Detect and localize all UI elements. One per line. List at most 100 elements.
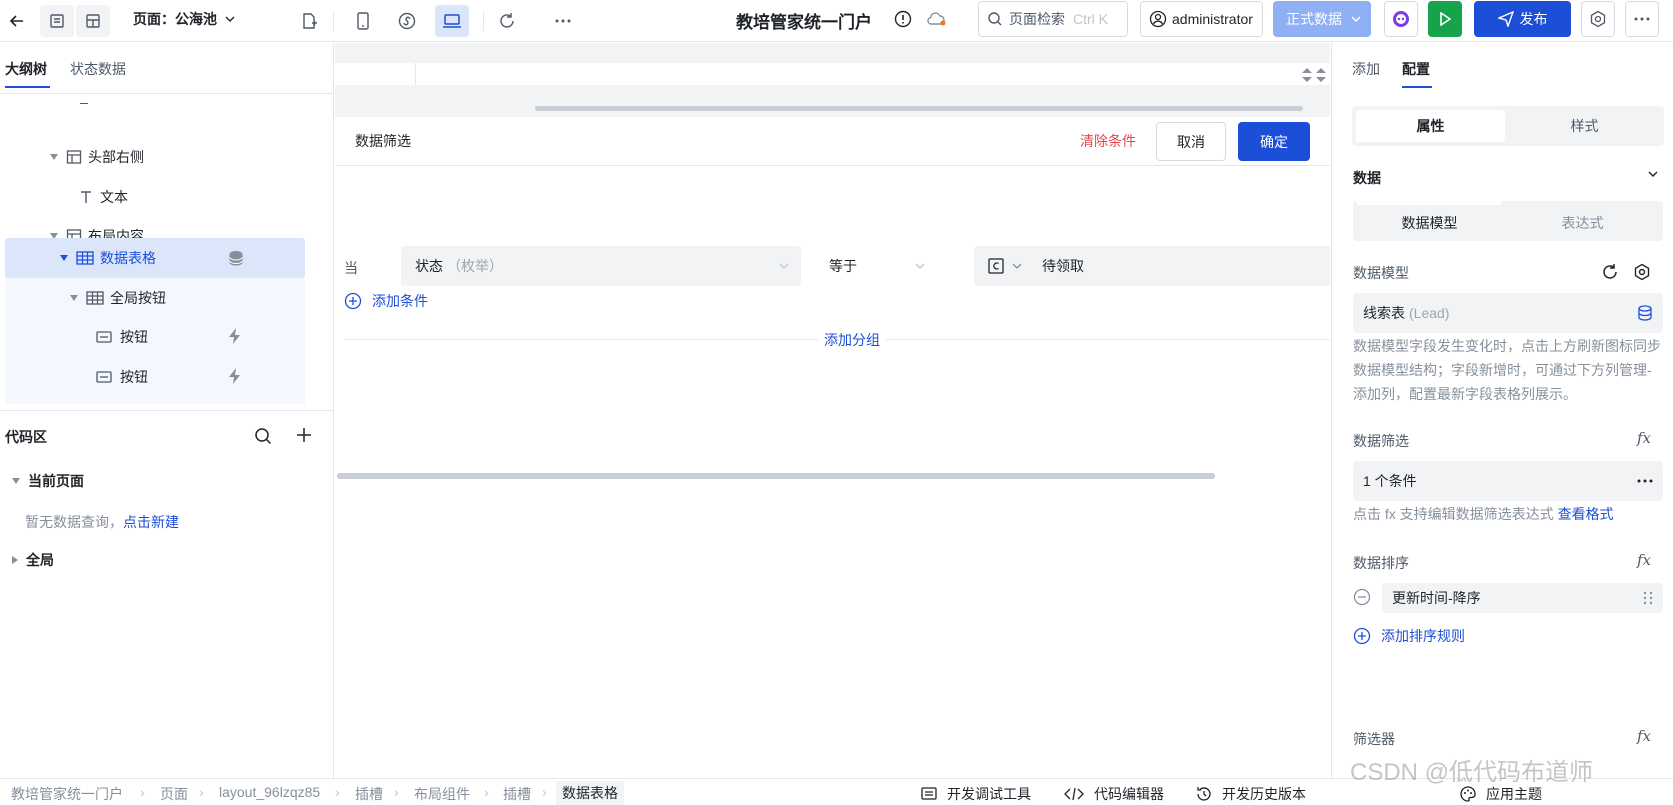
lightning-icon[interactable]: [228, 368, 242, 384]
page-selector[interactable]: 页面：公海池: [133, 9, 235, 29]
database-icon[interactable]: [228, 250, 244, 266]
breadcrumb-item[interactable]: layout_96lzqz85: [219, 784, 320, 800]
tab-indicator: [5, 86, 50, 88]
breadcrumb-item[interactable]: 布局组件: [414, 784, 470, 804]
horizontal-scrollbar[interactable]: [337, 473, 1215, 479]
data-source-segment: 数据模型 表达式: [1353, 201, 1663, 241]
drag-handle-icon[interactable]: [1643, 590, 1653, 606]
cancel-button[interactable]: 取消: [1156, 122, 1226, 161]
horizontal-scrollbar[interactable]: [535, 106, 1303, 111]
code-editor-button[interactable]: 代码编辑器: [1064, 784, 1164, 804]
settings-icon[interactable]: [1581, 1, 1615, 37]
clear-conditions-button[interactable]: 清除条件: [1080, 131, 1136, 151]
tab-outline[interactable]: 大纲树: [5, 59, 47, 79]
button-icon: [96, 371, 112, 383]
breadcrumb-item[interactable]: 插槽: [355, 784, 383, 804]
search-icon[interactable]: [254, 427, 272, 445]
user-name: administrator: [1172, 11, 1253, 27]
value-text: 待领取: [1042, 258, 1084, 274]
refresh-icon[interactable]: [490, 5, 524, 37]
back-arrow-icon[interactable]: [0, 5, 34, 37]
publish-button[interactable]: 发布: [1474, 1, 1571, 37]
tab-state-data[interactable]: 状态数据: [70, 59, 126, 79]
page-search-input[interactable]: 页面检索 Ctrl K: [978, 1, 1128, 37]
fx-icon[interactable]: fx: [1637, 551, 1651, 569]
mini-program-icon[interactable]: [390, 5, 424, 37]
field-type: （枚举）: [447, 258, 503, 274]
breadcrumb-item[interactable]: 页面: [160, 784, 188, 804]
breadcrumb-item-current[interactable]: 数据表格: [556, 781, 624, 805]
filter-title: 数据筛选: [355, 133, 411, 149]
seg-style[interactable]: 样式: [1509, 110, 1660, 142]
tree-node-global-buttons[interactable]: 全局按钮: [70, 278, 166, 318]
add-icon[interactable]: [296, 427, 312, 443]
data-sort-label: 数据排序: [1353, 555, 1409, 571]
refresh-icon[interactable]: [1601, 263, 1619, 281]
tree-node-button[interactable]: 按钮: [96, 317, 148, 357]
add-circle-icon: [1353, 627, 1371, 645]
history-versions-button[interactable]: 开发历史版本: [1196, 784, 1306, 804]
filter-editor-canvas: 数据筛选 清除条件 取消 确定 当 状态 （枚举） 等于 待领取 添加条件 添加…: [335, 43, 1330, 778]
add-condition-button[interactable]: 添加条件: [344, 287, 428, 315]
tree-node-data-table[interactable]: 数据表格: [60, 238, 156, 278]
add-file-icon[interactable]: [292, 5, 326, 37]
more-icon[interactable]: [546, 5, 580, 37]
settings-icon[interactable]: [1633, 263, 1651, 281]
tab-config[interactable]: 配置: [1402, 59, 1430, 79]
view-format-link[interactable]: 查看格式: [1558, 506, 1614, 522]
add-condition-label: 添加条件: [372, 293, 428, 309]
chevron-down-icon: [779, 263, 789, 269]
tree-node-text[interactable]: 文本: [78, 177, 128, 217]
seg-expression[interactable]: 表达式: [1510, 213, 1655, 233]
palette-icon: [1460, 786, 1476, 802]
seg-data-model[interactable]: 数据模型: [1357, 213, 1502, 233]
code-area-title: 代码区: [5, 429, 47, 445]
more-icon[interactable]: [1637, 479, 1653, 483]
watermark: CSDN @低代码布道师: [1350, 759, 1594, 786]
user-menu[interactable]: administrator: [1140, 1, 1263, 37]
value-input[interactable]: 待领取: [974, 246, 1330, 286]
tree-node-header-right[interactable]: 头部右侧: [50, 137, 144, 177]
confirm-button[interactable]: 确定: [1238, 122, 1310, 161]
field-select[interactable]: 状态 （枚举）: [401, 246, 801, 286]
section-data-title: 数据: [1353, 170, 1381, 186]
fx-icon[interactable]: fx: [1637, 429, 1651, 447]
add-group-button[interactable]: 添加分组: [818, 330, 886, 350]
breadcrumb-item[interactable]: 插槽: [503, 784, 531, 804]
preview-play-button[interactable]: [1428, 1, 1462, 37]
tree-label: 当前页面: [28, 473, 84, 489]
layout-icon[interactable]: [76, 5, 110, 37]
app-theme-button[interactable]: 应用主题: [1460, 784, 1542, 804]
cloud-icon[interactable]: [925, 11, 947, 27]
breadcrumb-item[interactable]: 教培管家统一门户: [11, 784, 123, 804]
info-icon[interactable]: [894, 10, 912, 28]
operator-select[interactable]: 等于: [815, 246, 937, 286]
create-link[interactable]: 点击新建: [123, 514, 179, 530]
monitor-icon: [921, 787, 937, 800]
env-selector[interactable]: 正式数据: [1273, 1, 1371, 37]
desktop-icon[interactable]: [435, 5, 469, 37]
debug-tools-button[interactable]: 开发调试工具: [921, 784, 1031, 804]
more-options-icon[interactable]: [1625, 1, 1659, 37]
seg-properties[interactable]: 属性: [1356, 110, 1505, 142]
chevron-down-icon[interactable]: [1648, 171, 1658, 177]
tree-label: 按钮: [120, 369, 148, 385]
chevron-down-icon: [1012, 263, 1022, 269]
data-filter-box[interactable]: 1 个条件: [1353, 461, 1663, 501]
data-model-select[interactable]: 线索表 (Lead): [1353, 293, 1663, 333]
mobile-icon[interactable]: [346, 5, 380, 37]
current-page-node[interactable]: 当前页面: [12, 461, 84, 501]
fx-icon[interactable]: fx: [1637, 727, 1651, 745]
ai-assistant-icon[interactable]: [1384, 1, 1418, 37]
tree-node-button[interactable]: 按钮: [96, 357, 148, 397]
tab-add[interactable]: 添加: [1352, 59, 1380, 79]
sort-arrows-icon[interactable]: [1298, 65, 1330, 85]
tool-label: 应用主题: [1486, 786, 1542, 802]
tree-label: 数据表格: [100, 250, 156, 266]
add-sort-rule-button[interactable]: 添加排序规则: [1353, 626, 1465, 646]
sort-rule[interactable]: 更新时间-降序: [1382, 583, 1663, 613]
page-list-icon[interactable]: [40, 5, 74, 37]
global-node[interactable]: 全局: [12, 540, 54, 580]
lightning-icon[interactable]: [228, 328, 242, 344]
remove-circle-icon[interactable]: [1353, 588, 1371, 606]
